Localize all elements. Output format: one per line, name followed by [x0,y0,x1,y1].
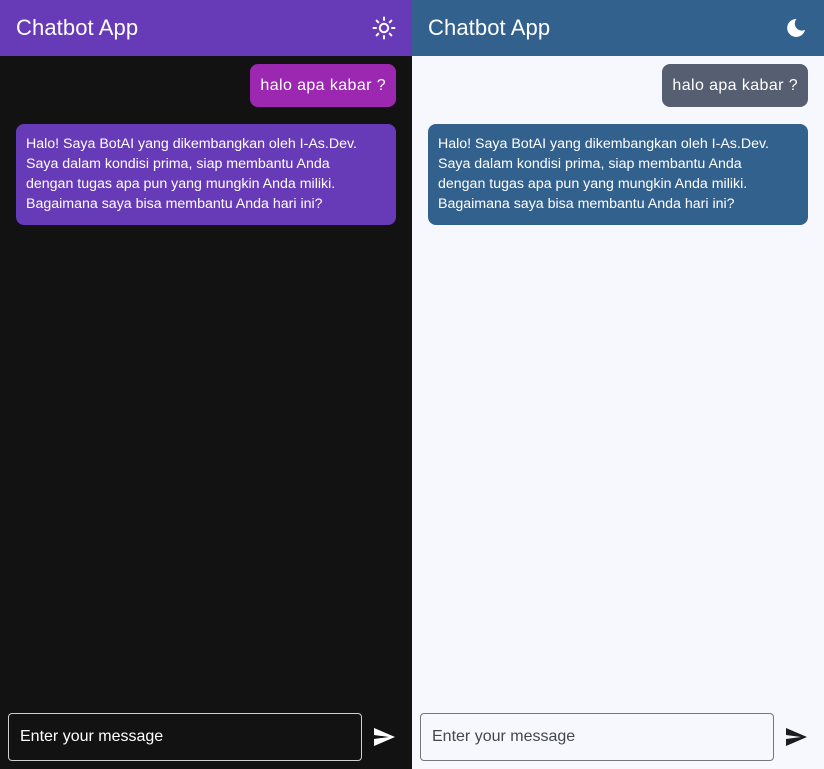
theme-toggle-button[interactable] [776,8,816,48]
message-input[interactable] [8,713,362,761]
app-bar: Chatbot App [412,0,824,56]
message-list: halo apa kabar ? Halo! Saya BotAI yang d… [412,56,824,705]
message-input[interactable] [420,713,774,761]
user-message-bubble: halo apa kabar ? [250,64,396,107]
bot-message-bubble: Halo! Saya BotAI yang dikembangkan oleh … [16,124,396,225]
message-list: halo apa kabar ? Halo! Saya BotAI yang d… [0,56,412,705]
light-theme-screen: Chatbot App halo apa kabar ? Halo! Saya … [412,0,824,769]
bot-message-bubble: Halo! Saya BotAI yang dikembangkan oleh … [428,124,808,225]
dark-theme-screen: Chatbot App halo apa kabar ? Halo! Saya … [0,0,412,769]
send-button[interactable] [776,713,816,761]
message-composer [420,713,816,761]
app-bar: Chatbot App [0,0,412,56]
send-button[interactable] [364,713,404,761]
sun-icon [372,16,396,40]
theme-toggle-button[interactable] [364,8,404,48]
user-message-bubble: halo apa kabar ? [662,64,808,107]
app-title: Chatbot App [16,15,139,40]
send-icon [786,728,807,746]
send-icon [374,728,395,746]
moon-icon [787,18,805,37]
app-title: Chatbot App [428,15,551,40]
screens-container: Chatbot App halo apa kabar ? Halo! Saya … [0,0,824,769]
message-composer [8,713,404,761]
